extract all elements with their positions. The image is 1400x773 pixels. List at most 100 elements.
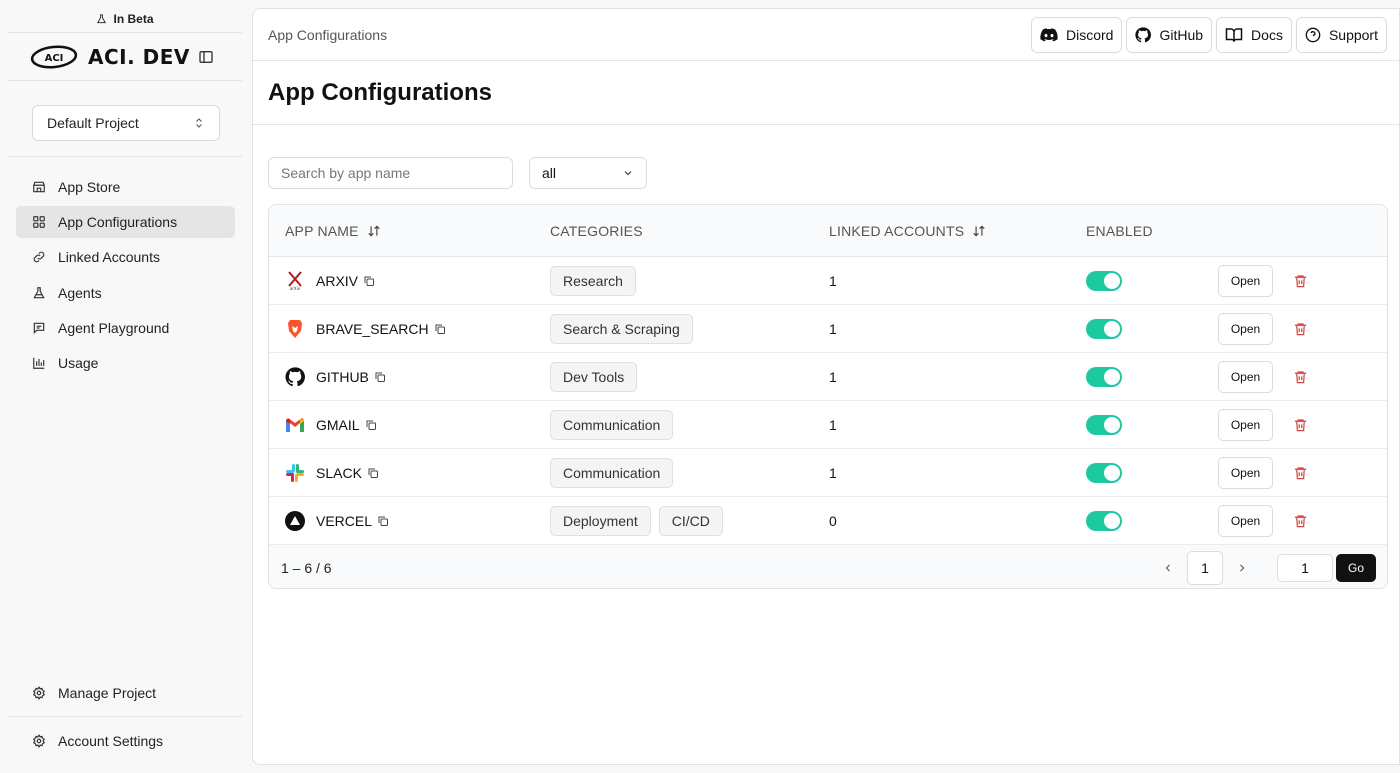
chevron-down-icon	[624, 171, 632, 176]
trash-icon[interactable]	[1293, 417, 1308, 433]
category-tag: Search & Scraping	[550, 314, 693, 344]
column-app-name[interactable]: APP NAME	[285, 223, 381, 239]
sidebar-item-manage-project[interactable]: Manage Project	[16, 677, 235, 709]
page-title: App Configurations	[268, 79, 492, 106]
category-tag: CI/CD	[658, 506, 723, 536]
copy-icon[interactable]	[367, 467, 379, 479]
breadcrumb: App Configurations	[268, 27, 388, 43]
search-input[interactable]	[268, 157, 513, 189]
go-button[interactable]: Go	[1336, 554, 1376, 582]
app-name[interactable]: ARXIV	[316, 273, 358, 289]
chevron-left-icon[interactable]	[1153, 552, 1183, 584]
sidebar-item-agent-playground[interactable]: Agent Playground	[16, 312, 235, 344]
linked-accounts-cell: 1	[829, 417, 837, 433]
categories-cell: Search & Scraping	[550, 305, 701, 353]
sidebar-item-label: Account Settings	[58, 733, 164, 749]
trash-icon[interactable]	[1293, 321, 1308, 337]
discord-icon	[1040, 28, 1058, 42]
divider	[8, 716, 242, 717]
enabled-cell	[1086, 401, 1122, 449]
linked-accounts-cell: 1	[829, 273, 837, 289]
link-icon	[32, 250, 46, 264]
enabled-toggle[interactable]	[1086, 415, 1122, 435]
logo[interactable]: ACI ACI. DEV	[30, 42, 220, 72]
app-name[interactable]: SLACK	[316, 465, 362, 481]
open-button[interactable]: Open	[1218, 505, 1273, 537]
actions-cell: Open	[1218, 305, 1308, 353]
beta-text: In Beta	[113, 12, 154, 26]
category-tag: Communication	[550, 458, 674, 488]
vercel-icon	[285, 511, 305, 531]
copy-icon[interactable]	[374, 371, 386, 383]
sidebar-item-app-store[interactable]: App Store	[16, 171, 235, 203]
sidebar-item-usage[interactable]: Usage	[16, 347, 235, 379]
column-linked-accounts[interactable]: LINKED ACCOUNTS	[829, 223, 986, 239]
trash-icon[interactable]	[1293, 513, 1308, 529]
sidebar-item-app-configurations[interactable]: App Configurations	[16, 206, 235, 239]
enabled-toggle[interactable]	[1086, 463, 1122, 483]
enabled-toggle[interactable]	[1086, 271, 1122, 291]
page-number-button[interactable]: 1	[1187, 551, 1223, 585]
open-button[interactable]: Open	[1218, 361, 1273, 393]
app-name[interactable]: GITHUB	[316, 369, 369, 385]
sort-icon	[973, 225, 985, 237]
svg-text:ACI: ACI	[45, 53, 64, 64]
grid-icon	[32, 215, 46, 229]
trash-icon[interactable]	[1293, 465, 1308, 481]
discord-button[interactable]: Discord	[1031, 17, 1123, 53]
chevron-right-icon[interactable]	[1227, 552, 1257, 584]
project-name: Default Project	[47, 115, 139, 131]
project-selector[interactable]: Default Project	[32, 105, 220, 141]
enabled-cell	[1086, 305, 1122, 353]
category-filter[interactable]: all	[529, 157, 647, 189]
github-icon	[1135, 27, 1152, 43]
copy-icon[interactable]	[363, 275, 375, 287]
sidebar-item-label: App Store	[58, 179, 121, 195]
sidebar-item-linked-accounts[interactable]: Linked Accounts	[16, 241, 235, 273]
enabled-toggle[interactable]	[1086, 511, 1122, 531]
aci-logo-icon: ACI	[30, 45, 78, 69]
open-button[interactable]: Open	[1218, 409, 1273, 441]
category-filter-value: all	[542, 165, 557, 181]
copy-icon[interactable]	[365, 419, 377, 431]
gear-icon	[32, 734, 46, 748]
chat-icon	[32, 321, 46, 335]
sidebar-item-label: Manage Project	[58, 685, 157, 701]
github-button[interactable]: GitHub	[1126, 17, 1213, 53]
sidebar-toggle-icon[interactable]	[198, 49, 214, 70]
app-name-cell: GMAIL	[285, 401, 377, 449]
sidebar-item-account-settings[interactable]: Account Settings	[16, 725, 235, 757]
app-name[interactable]: BRAVE_SEARCH	[316, 321, 429, 337]
open-button[interactable]: Open	[1218, 265, 1273, 297]
column-label: APP NAME	[285, 223, 359, 239]
enabled-toggle[interactable]	[1086, 367, 1122, 387]
table-row: SLACK Communication 1 Open	[269, 449, 1387, 497]
copy-icon[interactable]	[377, 515, 389, 527]
sidebar-item-agents[interactable]: Agents	[16, 277, 235, 309]
help-circle-icon	[1305, 27, 1321, 43]
app-name-cell: arXiv ARXIV	[285, 257, 375, 305]
main-panel: App Configurations Discord GitHub Docs S…	[252, 8, 1400, 765]
goto-page-input[interactable]: 1	[1277, 554, 1333, 582]
enabled-toggle[interactable]	[1086, 319, 1122, 339]
app-name[interactable]: GMAIL	[316, 417, 360, 433]
page-header: App Configurations	[253, 61, 1399, 125]
linked-accounts-cell: 1	[829, 465, 837, 481]
trash-icon[interactable]	[1293, 273, 1308, 289]
docs-button[interactable]: Docs	[1216, 17, 1292, 53]
open-button[interactable]: Open	[1218, 313, 1273, 345]
linked-accounts-cell: 1	[829, 369, 837, 385]
copy-icon[interactable]	[434, 323, 446, 335]
sidebar: In Beta ACI ACI. DEV Default Project App…	[0, 0, 250, 773]
table-header: APP NAME CATEGORIES LINKED ACCOUNTS ENAB…	[269, 205, 1387, 257]
category-tag: Research	[550, 266, 636, 296]
app-name-cell: VERCEL	[285, 497, 389, 545]
open-button[interactable]: Open	[1218, 457, 1273, 489]
app-name[interactable]: VERCEL	[316, 513, 372, 529]
column-categories: CATEGORIES	[550, 223, 643, 239]
trash-icon[interactable]	[1293, 369, 1308, 385]
support-button[interactable]: Support	[1295, 17, 1387, 53]
table-row: arXiv ARXIV Research 1 Open	[269, 257, 1387, 305]
filters: all	[268, 157, 647, 189]
pagination-count: 1 – 6 / 6	[281, 560, 332, 576]
